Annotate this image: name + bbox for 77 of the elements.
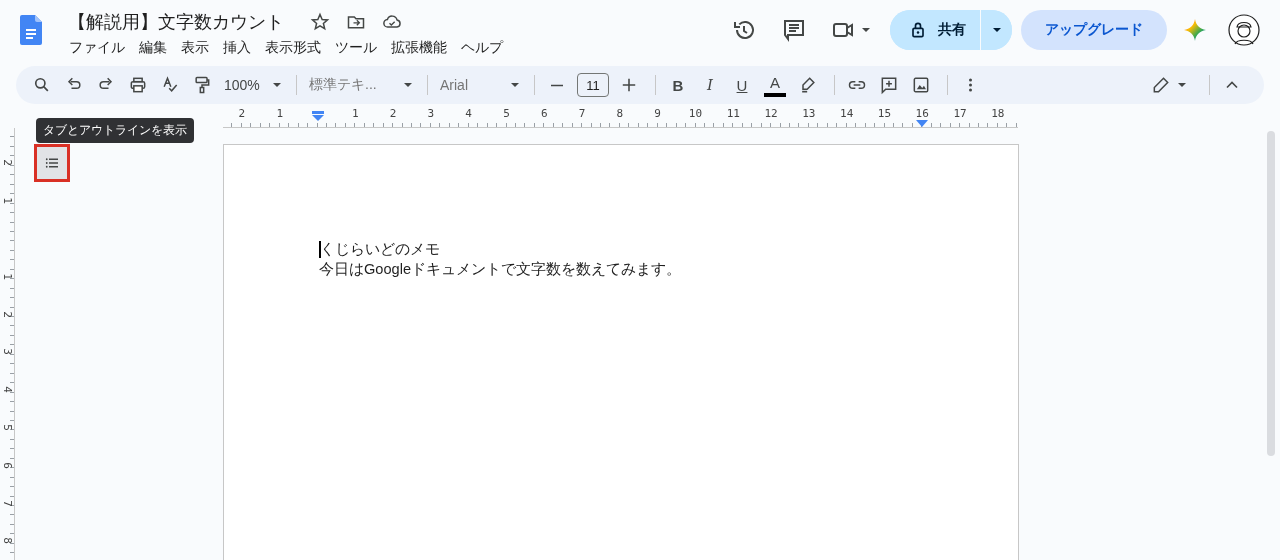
- star-icon: [310, 12, 330, 32]
- document-title[interactable]: 【解説用】文字数カウント: [64, 10, 288, 34]
- menu-item[interactable]: ファイル: [62, 38, 132, 58]
- ruler-number: 6: [0, 461, 14, 469]
- history-icon: [732, 18, 756, 42]
- ruler-number: 1: [275, 107, 284, 122]
- ruler-number: 8: [615, 107, 625, 122]
- increase-size-icon: [622, 78, 636, 92]
- ruler-number: 15: [876, 107, 893, 122]
- font-dropdown[interactable]: Arial: [436, 71, 526, 99]
- ruler-number: 7: [577, 107, 587, 122]
- ruler-number: 18: [990, 107, 1006, 122]
- font-size-field[interactable]: 11: [577, 73, 609, 97]
- ruler-number: 1: [350, 107, 360, 122]
- menu-item[interactable]: 挿入: [216, 38, 258, 58]
- ruler-number: 5: [0, 424, 14, 431]
- menu-item[interactable]: 表示形式: [258, 38, 328, 58]
- ruler-number: 2: [0, 310, 14, 318]
- body-text: 今日はGoogleドキュメントで文字数を数えてみます。: [319, 260, 682, 279]
- ruler-number: 5: [502, 107, 511, 122]
- ruler-number: 11: [725, 107, 741, 122]
- print-icon: [128, 75, 148, 95]
- bold-button[interactable]: B: [664, 71, 692, 99]
- outline-button[interactable]: [34, 144, 70, 182]
- underline-button[interactable]: U: [728, 71, 756, 99]
- comments-icon: [782, 18, 806, 42]
- ruler-number: 2: [388, 107, 398, 122]
- caret-icon: [861, 27, 871, 33]
- indent-marker-icon[interactable]: [311, 111, 324, 121]
- menu-item[interactable]: 表示: [174, 38, 216, 58]
- ruler-number: 1: [0, 197, 14, 204]
- ruler-number: 3: [0, 348, 14, 356]
- ruler-number: 2: [237, 107, 247, 122]
- ruler-number: 3: [426, 107, 436, 122]
- scrollbar[interactable]: [1267, 131, 1275, 456]
- paint-format-icon: [192, 75, 212, 95]
- caret-icon: [510, 82, 520, 88]
- ruler-number: 10: [687, 107, 704, 122]
- tooltip: タブとアウトラインを表示: [36, 118, 194, 143]
- upgrade-button[interactable]: アップグレード: [1021, 10, 1167, 50]
- text-cursor: [319, 240, 321, 258]
- avatar-icon[interactable]: [1228, 14, 1260, 46]
- style-dropdown[interactable]: 標準テキ...: [305, 71, 419, 99]
- share-button[interactable]: 共有: [890, 10, 981, 50]
- docs-logo-icon[interactable]: [20, 15, 42, 45]
- ruler-number: 16: [915, 107, 929, 120]
- more-icon: [967, 77, 973, 93]
- ruler-number: 7: [0, 499, 14, 507]
- ruler-number: 1: [0, 272, 14, 280]
- ruler-number: 4: [0, 386, 14, 393]
- ruler-number: 9: [653, 107, 662, 122]
- menu-item[interactable]: ツール: [328, 38, 384, 58]
- ruler-number: 8: [0, 537, 14, 545]
- ruler-number: 4: [464, 107, 473, 122]
- decrease-size-icon: [550, 83, 564, 87]
- menu-item[interactable]: 編集: [132, 38, 174, 58]
- ruler-number: 12: [763, 107, 779, 122]
- ruler-number: 17: [952, 107, 968, 122]
- ruler-number: 2: [0, 159, 14, 167]
- ruler-number: 13: [801, 107, 817, 122]
- text-color-button[interactable]: A: [764, 73, 786, 97]
- menu-item[interactable]: ヘルプ: [454, 38, 510, 58]
- ruler-number: 14: [839, 107, 855, 122]
- add-comment-icon: [879, 75, 899, 95]
- image-icon: [911, 75, 931, 95]
- indent-marker-icon[interactable]: [916, 120, 929, 127]
- body-text: くじらいどのメモ: [320, 240, 440, 259]
- caret-icon: [991, 27, 1002, 33]
- caret-icon: [1177, 82, 1187, 88]
- pencil-icon: [1151, 75, 1171, 95]
- zoom-dropdown[interactable]: 100%: [220, 71, 288, 99]
- caret-icon: [272, 82, 282, 88]
- ruler-number: 6: [539, 107, 549, 122]
- menu-item[interactable]: 拡張機能: [384, 38, 454, 58]
- italic-button[interactable]: I: [696, 71, 724, 99]
- sparkle-icon[interactable]: [1183, 18, 1207, 42]
- caret-icon: [403, 82, 413, 88]
